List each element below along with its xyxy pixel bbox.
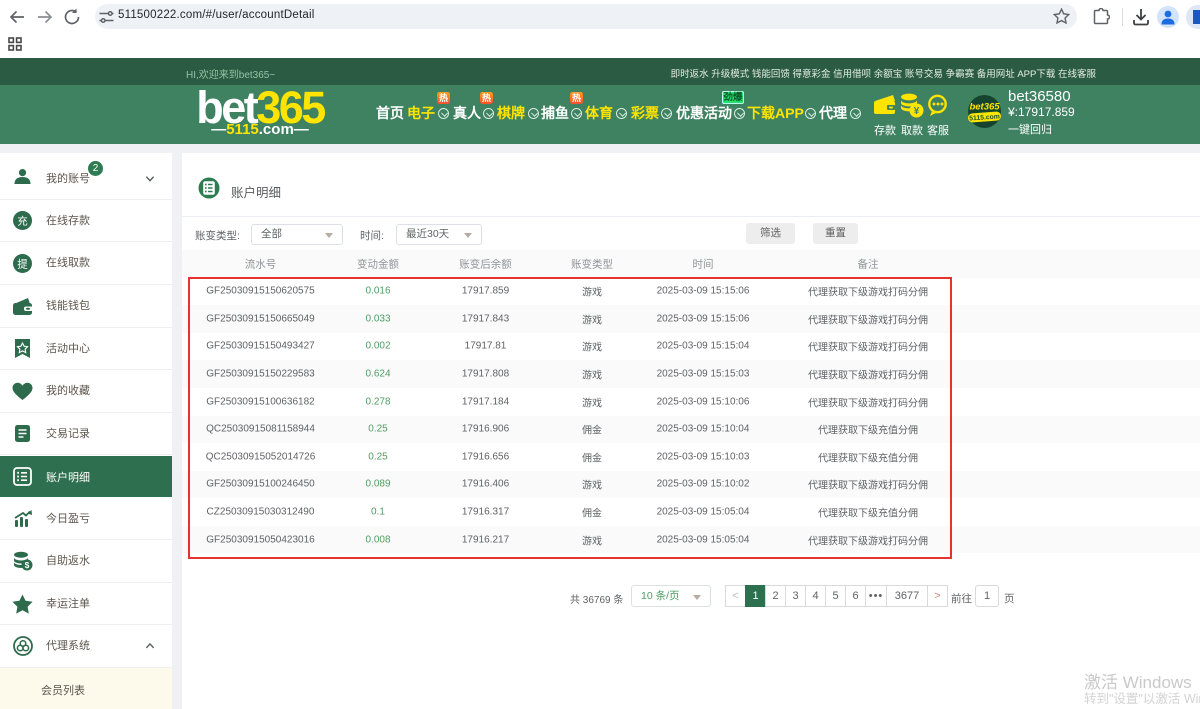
svg-text:$: $ (25, 560, 30, 570)
svg-text:¥: ¥ (914, 106, 920, 117)
svg-text:提: 提 (17, 258, 28, 270)
svg-text:bet365: bet365 (969, 102, 1000, 113)
svg-text:充: 充 (17, 214, 28, 227)
